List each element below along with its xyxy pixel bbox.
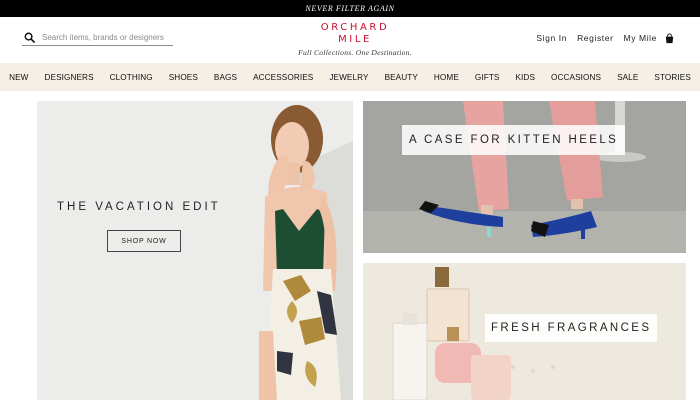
search-icon[interactable] bbox=[22, 31, 36, 45]
nav-item-stories[interactable]: STORIES bbox=[654, 73, 691, 82]
nav-item-kids[interactable]: KIDS bbox=[516, 73, 536, 82]
nav-item-clothing[interactable]: CLOTHING bbox=[110, 73, 153, 82]
promo-bar[interactable]: NEVER FILTER AGAIN bbox=[0, 0, 700, 17]
sign-in-link[interactable]: Sign In bbox=[536, 33, 567, 43]
nav-item-gifts[interactable]: GIFTS bbox=[475, 73, 500, 82]
site-logo[interactable]: ORCHARD MILE Full Collections. One Desti… bbox=[275, 22, 435, 57]
nav-item-shoes[interactable]: SHOES bbox=[169, 73, 198, 82]
search-bar[interactable] bbox=[22, 30, 173, 46]
main-nav: NEW DESIGNERS CLOTHING SHOES BAGS ACCESS… bbox=[0, 63, 700, 91]
nav-item-designers[interactable]: DESIGNERS bbox=[45, 73, 94, 82]
logo-tagline: Full Collections. One Destination. bbox=[298, 48, 412, 57]
nav-item-home[interactable]: HOME bbox=[434, 73, 459, 82]
kitten-heels-title: A CASE FOR KITTEN HEELS bbox=[402, 125, 626, 155]
nav-item-bags[interactable]: BAGS bbox=[214, 73, 237, 82]
kitten-heels-banner[interactable]: A CASE FOR KITTEN HEELS bbox=[363, 101, 686, 253]
register-link[interactable]: Register bbox=[577, 33, 613, 43]
site-header: ORCHARD MILE Full Collections. One Desti… bbox=[0, 17, 700, 63]
vacation-edit-banner[interactable]: THE VACATION EDIT SHOP NOW bbox=[37, 101, 353, 400]
kitten-heels-photo bbox=[363, 101, 686, 253]
shop-now-button[interactable]: SHOP NOW bbox=[107, 230, 181, 252]
nav-item-new[interactable]: NEW bbox=[9, 73, 28, 82]
nav-item-occasions[interactable]: OCCASIONS bbox=[551, 73, 601, 82]
nav-item-beauty[interactable]: BEAUTY bbox=[385, 73, 418, 82]
search-input[interactable] bbox=[42, 33, 172, 42]
shopping-bag-icon[interactable] bbox=[664, 32, 676, 44]
logo-line-2: MILE bbox=[338, 34, 372, 45]
vacation-edit-title: THE VACATION EDIT bbox=[57, 201, 221, 213]
nav-item-jewelry[interactable]: JEWELRY bbox=[329, 73, 368, 82]
account-links: Sign In Register My Mile bbox=[536, 32, 676, 44]
fresh-fragrances-title: FRESH FRAGRANCES bbox=[485, 314, 658, 342]
promo-text[interactable]: NEVER FILTER AGAIN bbox=[305, 4, 394, 13]
fresh-fragrances-banner[interactable]: FRESH FRAGRANCES bbox=[363, 263, 686, 400]
my-mile-link[interactable]: My Mile bbox=[624, 33, 657, 43]
nav-item-accessories[interactable]: ACCESSORIES bbox=[253, 73, 313, 82]
logo-line-1: ORCHARD bbox=[320, 22, 390, 33]
model-photo bbox=[259, 105, 353, 400]
nav-item-sale[interactable]: SALE bbox=[617, 73, 638, 82]
